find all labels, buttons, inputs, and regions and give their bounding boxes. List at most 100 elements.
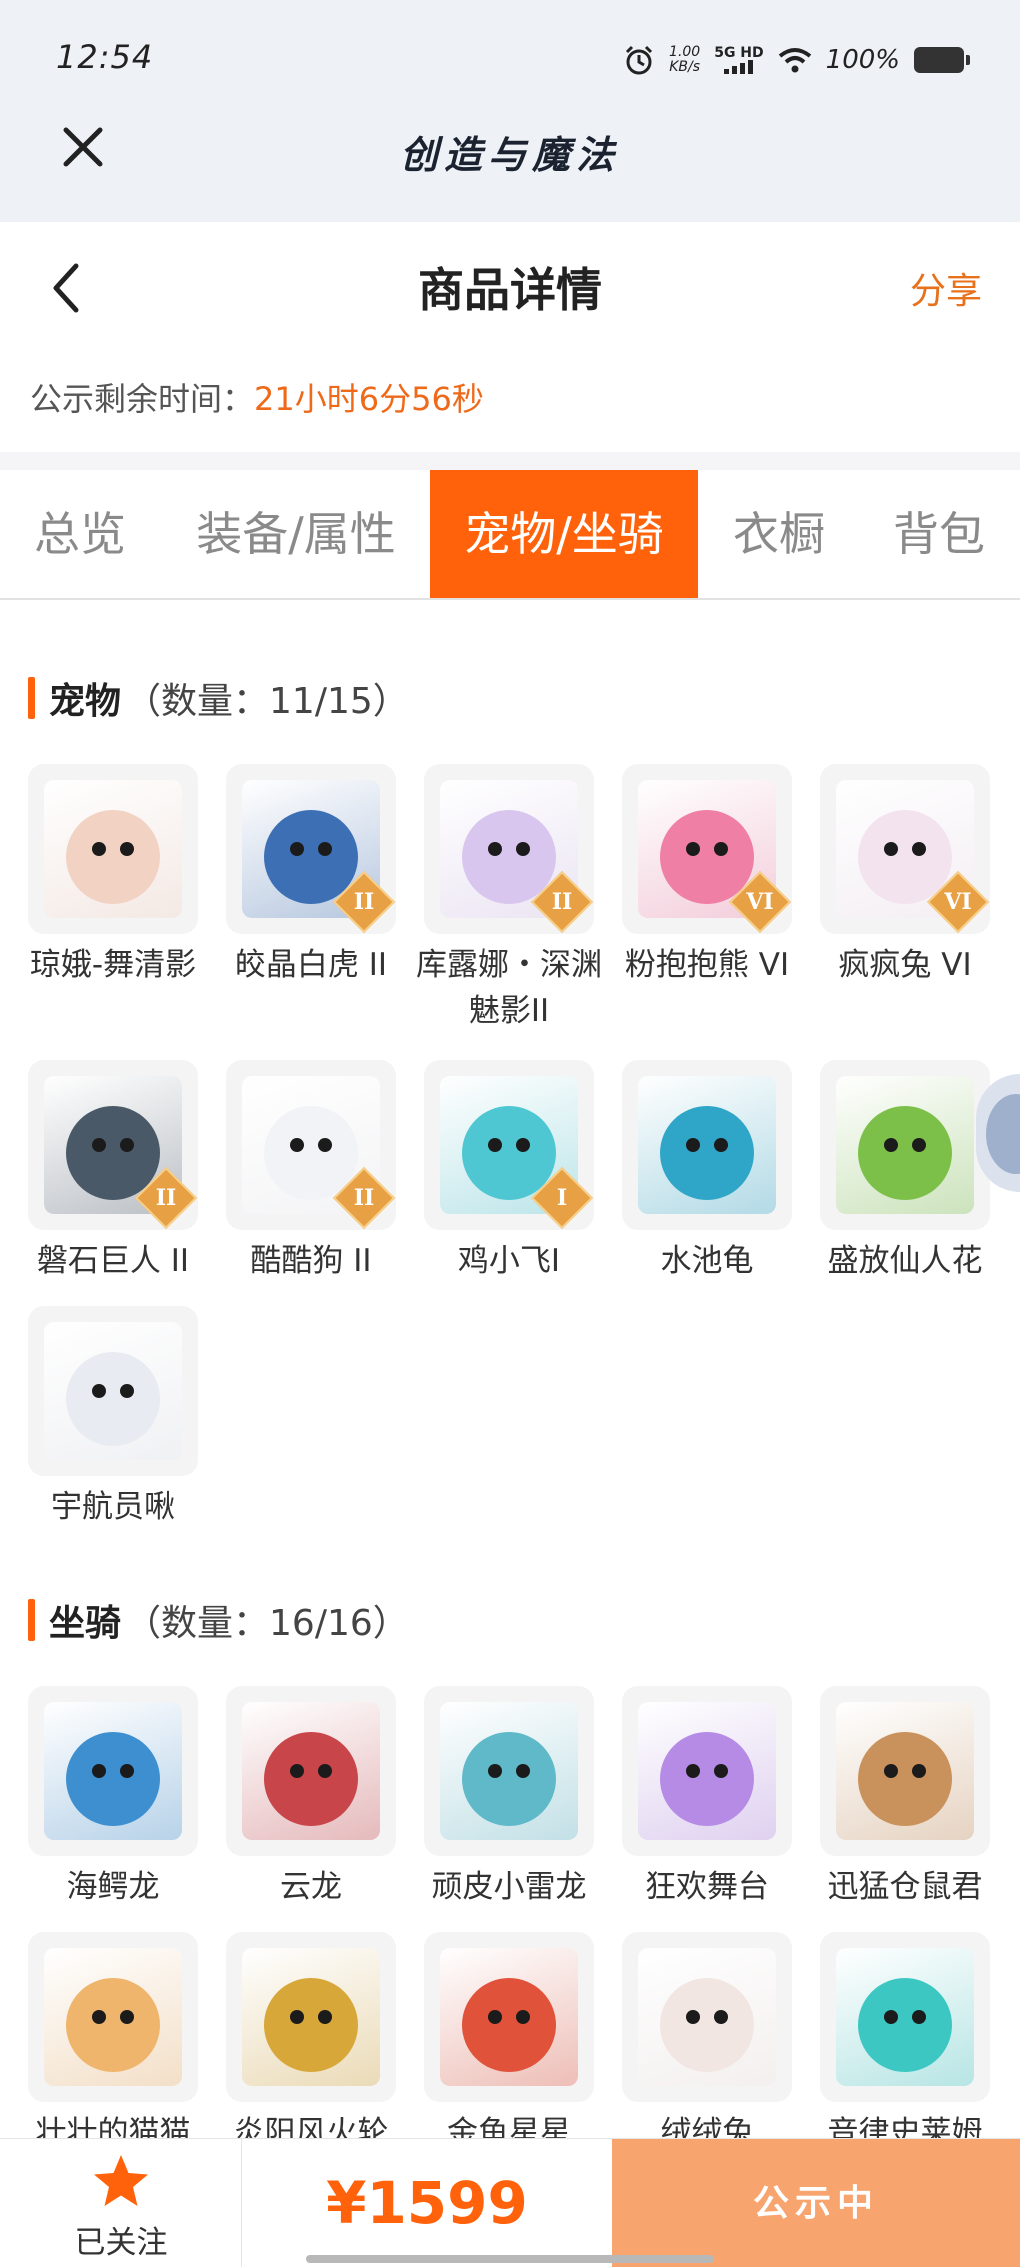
eye: [516, 1138, 530, 1152]
countdown: 公示剩余时间：21小时6分56秒: [30, 374, 484, 420]
battery-percent: 100%: [825, 45, 900, 75]
pet-item[interactable]: 宇航员啾: [14, 1306, 212, 1530]
pet-thumbnail: II: [226, 764, 396, 934]
pet-name: 盛放仙人花: [827, 1243, 983, 1279]
eye: [912, 842, 926, 856]
pet-name: 磐石巨人 II: [36, 1243, 190, 1279]
pet-item[interactable]: I 鸡小飞I: [410, 1060, 608, 1284]
eye: [92, 1138, 106, 1152]
pet-item[interactable]: 盛放仙人花: [806, 1060, 1004, 1284]
mount-figure: [66, 1732, 160, 1826]
pet-image: [836, 1076, 974, 1214]
page-header: 商品详情 分享: [0, 222, 1020, 352]
eye: [120, 1764, 134, 1778]
pet-name: 酷酷狗 II: [250, 1243, 372, 1279]
mount-image: [242, 1948, 380, 2086]
divider: [0, 452, 1020, 470]
pet-thumbnail: [28, 1306, 198, 1476]
eye: [714, 842, 728, 856]
eye: [488, 1764, 502, 1778]
mount-thumbnail: [424, 1686, 594, 1856]
tab-wardrobe[interactable]: 衣橱: [712, 470, 846, 598]
pet-item[interactable]: II 磐石巨人 II: [14, 1060, 212, 1284]
mount-image: [44, 1702, 182, 1840]
mount-name: 迅猛仓鼠君: [827, 1869, 983, 1905]
pets-count: （数量：11/15）: [125, 681, 409, 722]
mount-thumbnail: [820, 1932, 990, 2102]
battery-icon: [914, 47, 970, 73]
follow-button[interactable]: 已关注: [0, 2139, 242, 2267]
mount-item[interactable]: 云龙: [212, 1686, 410, 1910]
pet-thumbnail: VI: [622, 764, 792, 934]
tab-equipment[interactable]: 装备/属性: [178, 470, 414, 598]
mount-thumbnail: [622, 1686, 792, 1856]
mount-item[interactable]: 绒绒兔: [608, 1932, 806, 2156]
app-title: 创造与魔法: [399, 132, 620, 177]
mount-item[interactable]: 音律史莱姆: [806, 1932, 1004, 2156]
eye: [884, 842, 898, 856]
mount-figure: [462, 1978, 556, 2072]
eye: [516, 2010, 530, 2024]
mount-image: [638, 1948, 776, 2086]
eye: [318, 2010, 332, 2024]
section-marker: [28, 1599, 35, 1641]
star-icon: [94, 2155, 148, 2206]
bottom-action-bar: 已关注 ¥1599 公示中: [0, 2138, 1020, 2267]
pet-thumbnail: I: [424, 1060, 594, 1230]
tier-badge-label: VI: [944, 889, 972, 915]
mount-image: [242, 1702, 380, 1840]
mount-image: [440, 1702, 578, 1840]
pet-figure: [660, 1106, 754, 1200]
mount-image: [836, 1948, 974, 2086]
pet-item[interactable]: II 酷酷狗 II: [212, 1060, 410, 1284]
eye: [884, 1138, 898, 1152]
follow-label: 已关注: [74, 2225, 168, 2261]
mount-item[interactable]: 金鱼星星: [410, 1932, 608, 2156]
pet-image: [44, 1322, 182, 1460]
tab-overview[interactable]: 总览: [0, 470, 160, 598]
status-bar: 12:54 1.00 KB/s 5G HD 100%: [0, 0, 1020, 120]
eye: [318, 1764, 332, 1778]
wifi-icon: [778, 48, 811, 73]
eye: [290, 2010, 304, 2024]
countdown-value: 21小时6分56秒: [254, 380, 484, 418]
mount-item[interactable]: 炎阳风火轮: [212, 1932, 410, 2156]
pet-name: 库露娜・深渊魅影II: [416, 947, 602, 1029]
pet-name: 鸡小飞I: [457, 1243, 561, 1279]
tier-badge-label: II: [551, 889, 573, 915]
eye: [488, 1138, 502, 1152]
pet-thumbnail: VI: [820, 764, 990, 934]
mount-figure: [264, 1978, 358, 2072]
pet-item[interactable]: VI 粉抱抱熊 VI: [608, 764, 806, 988]
publicity-status-button[interactable]: 公示中: [612, 2139, 1020, 2267]
tier-badge-label: II: [353, 889, 375, 915]
eye: [884, 2010, 898, 2024]
mount-item[interactable]: 海鳄龙: [14, 1686, 212, 1910]
mount-figure: [858, 1978, 952, 2072]
tier-badge-label: II: [155, 1185, 177, 1211]
eye: [488, 842, 502, 856]
tab-backpack[interactable]: 背包: [864, 470, 1014, 598]
pet-item[interactable]: II 皎晶白虎 II: [212, 764, 410, 988]
mount-item[interactable]: 狂欢舞台: [608, 1686, 806, 1910]
tab-pets-mounts[interactable]: 宠物/坐骑: [430, 470, 698, 598]
mount-name: 海鳄龙: [66, 1869, 160, 1905]
page-title: 商品详情: [418, 263, 602, 317]
mount-item[interactable]: 迅猛仓鼠君: [806, 1686, 1004, 1910]
pet-item[interactable]: 水池龟: [608, 1060, 806, 1284]
status-icons: 1.00 KB/s 5G HD 100%: [623, 40, 970, 80]
eye: [290, 1764, 304, 1778]
mount-thumbnail: [28, 1686, 198, 1856]
pet-item[interactable]: 琼娥-舞清影: [14, 764, 212, 988]
pet-item[interactable]: II 库露娜・深渊魅影II: [410, 764, 608, 1034]
mount-item[interactable]: 壮壮的猫猫: [14, 1932, 212, 2156]
pet-item[interactable]: VI 疯疯兔 VI: [806, 764, 1004, 988]
eye: [120, 1138, 134, 1152]
net-speed-value: 1.00: [669, 44, 701, 60]
mount-item[interactable]: 顽皮小雷龙: [410, 1686, 608, 1910]
share-button[interactable]: 分享: [910, 262, 982, 314]
pet-image: [638, 1076, 776, 1214]
mount-image: [440, 1948, 578, 2086]
mount-figure: [660, 1732, 754, 1826]
mount-image: [44, 1948, 182, 2086]
